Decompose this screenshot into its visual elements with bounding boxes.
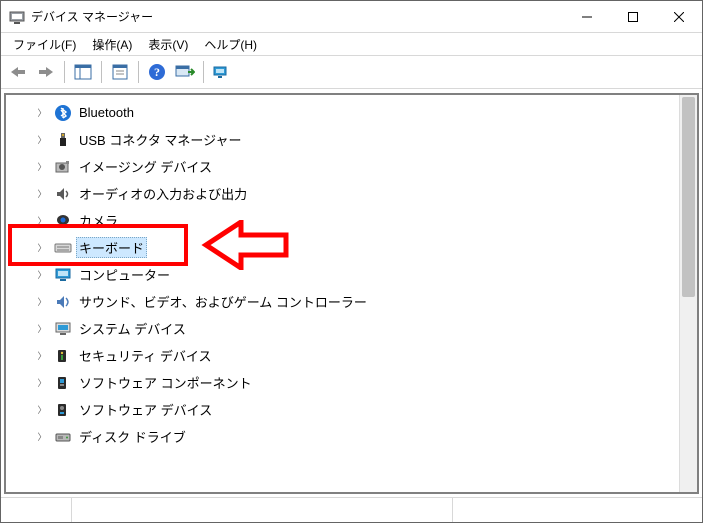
toolbar-separator bbox=[64, 61, 65, 83]
client-area: 〉Bluetooth〉USB コネクタ マネージャー〉イメージング デバイス〉オ… bbox=[1, 89, 702, 497]
tree-item-sound[interactable]: 〉 サウンド、ビデオ、およびゲーム コントローラー bbox=[36, 288, 680, 315]
bluetooth-icon bbox=[54, 104, 72, 122]
menu-help[interactable]: ヘルプ(H) bbox=[196, 34, 265, 55]
app-icon bbox=[9, 9, 25, 25]
status-cell bbox=[72, 498, 453, 522]
tree-item-disk[interactable]: 〉 ディスク ドライブ bbox=[36, 423, 680, 450]
toolbar-devices-button[interactable] bbox=[209, 59, 235, 85]
expand-chevron-icon[interactable]: 〉 bbox=[36, 431, 48, 443]
sound-icon bbox=[54, 293, 72, 311]
audio-icon bbox=[54, 185, 72, 203]
tree-item-camera[interactable]: 〉 カメラ bbox=[36, 207, 680, 234]
tree-item-label: ディスク ドライブ bbox=[76, 426, 189, 447]
toolbar: ? bbox=[1, 56, 702, 89]
expand-chevron-icon[interactable]: 〉 bbox=[36, 323, 48, 335]
menu-action[interactable]: 操作(A) bbox=[84, 34, 140, 55]
expand-chevron-icon[interactable]: 〉 bbox=[36, 161, 48, 173]
computer-icon bbox=[54, 266, 72, 284]
menu-file[interactable]: ファイル(F) bbox=[5, 34, 84, 55]
tree-container: 〉Bluetooth〉USB コネクタ マネージャー〉イメージング デバイス〉オ… bbox=[4, 93, 699, 494]
tree-item-label: コンピューター bbox=[76, 264, 173, 285]
tree-item-label: カメラ bbox=[76, 210, 121, 231]
status-cell bbox=[1, 498, 72, 522]
expand-chevron-icon[interactable]: 〉 bbox=[36, 377, 48, 389]
expand-chevron-icon[interactable]: 〉 bbox=[36, 269, 48, 281]
component-icon bbox=[54, 374, 72, 392]
tree-item-swdev[interactable]: 〉 ソフトウェア デバイス bbox=[36, 396, 680, 423]
tree-item-label: オーディオの入力および出力 bbox=[76, 183, 250, 204]
expand-chevron-icon[interactable]: 〉 bbox=[36, 350, 48, 362]
system-icon bbox=[54, 320, 72, 338]
tree-item-label: キーボード bbox=[76, 237, 147, 258]
window-title: デバイス マネージャー bbox=[31, 8, 564, 25]
tree-item-label: ソフトウェア デバイス bbox=[76, 399, 215, 420]
toolbar-forward-button[interactable] bbox=[33, 59, 59, 85]
toolbar-scan-hardware-button[interactable] bbox=[172, 59, 198, 85]
tree-item-label: Bluetooth bbox=[76, 104, 137, 121]
status-cell bbox=[453, 498, 702, 522]
expand-chevron-icon[interactable]: 〉 bbox=[36, 404, 48, 416]
window-controls bbox=[564, 1, 702, 32]
expand-chevron-icon[interactable]: 〉 bbox=[36, 296, 48, 308]
expand-chevron-icon[interactable]: 〉 bbox=[36, 215, 48, 227]
tree-item-usb[interactable]: 〉 USB コネクタ マネージャー bbox=[36, 126, 680, 153]
toolbar-show-hide-tree-button[interactable] bbox=[70, 59, 96, 85]
toolbar-back-button[interactable] bbox=[5, 59, 31, 85]
menubar: ファイル(F) 操作(A) 表示(V) ヘルプ(H) bbox=[1, 33, 702, 56]
tree-item-component[interactable]: 〉 ソフトウェア コンポーネント bbox=[36, 369, 680, 396]
expand-chevron-icon[interactable]: 〉 bbox=[36, 242, 48, 254]
disk-icon bbox=[54, 428, 72, 446]
expand-chevron-icon[interactable]: 〉 bbox=[36, 188, 48, 200]
tree-item-imaging[interactable]: 〉 イメージング デバイス bbox=[36, 153, 680, 180]
tree-item-label: イメージング デバイス bbox=[76, 156, 215, 177]
tree-item-label: ソフトウェア コンポーネント bbox=[76, 372, 255, 393]
toolbar-separator bbox=[203, 61, 204, 83]
device-manager-window: デバイス マネージャー ファイル(F) 操作(A) 表示(V) ヘルプ(H) bbox=[0, 0, 703, 523]
toolbar-separator bbox=[101, 61, 102, 83]
security-icon bbox=[54, 347, 72, 365]
titlebar: デバイス マネージャー bbox=[1, 1, 702, 33]
svg-text:?: ? bbox=[154, 65, 160, 79]
maximize-button[interactable] bbox=[610, 1, 656, 32]
statusbar bbox=[1, 497, 702, 522]
swdev-icon bbox=[54, 401, 72, 419]
camera-icon bbox=[54, 212, 72, 230]
tree-item-label: サウンド、ビデオ、およびゲーム コントローラー bbox=[76, 291, 370, 312]
minimize-button[interactable] bbox=[564, 1, 610, 32]
tree-item-computer[interactable]: 〉 コンピューター bbox=[36, 261, 680, 288]
tree-item-bluetooth[interactable]: 〉 Bluetooth bbox=[36, 99, 680, 126]
toolbar-separator bbox=[138, 61, 139, 83]
vertical-scrollbar[interactable] bbox=[679, 95, 697, 492]
device-tree[interactable]: 〉Bluetooth〉USB コネクタ マネージャー〉イメージング デバイス〉オ… bbox=[6, 95, 680, 492]
tree-item-label: セキュリティ デバイス bbox=[76, 345, 214, 366]
tree-item-system[interactable]: 〉 システム デバイス bbox=[36, 315, 680, 342]
scrollbar-thumb[interactable] bbox=[682, 97, 695, 297]
expand-chevron-icon[interactable]: 〉 bbox=[36, 134, 48, 146]
tree-item-security[interactable]: 〉 セキュリティ デバイス bbox=[36, 342, 680, 369]
tree-item-audio[interactable]: 〉 オーディオの入力および出力 bbox=[36, 180, 680, 207]
expand-chevron-icon[interactable]: 〉 bbox=[36, 107, 48, 119]
tree-item-keyboard[interactable]: 〉 キーボード bbox=[36, 234, 680, 261]
close-button[interactable] bbox=[656, 1, 702, 32]
menu-view[interactable]: 表示(V) bbox=[140, 34, 196, 55]
toolbar-help-button[interactable]: ? bbox=[144, 59, 170, 85]
keyboard-icon bbox=[54, 239, 72, 257]
tree-item-label: システム デバイス bbox=[76, 318, 189, 339]
usb-icon bbox=[54, 131, 72, 149]
tree-item-label: USB コネクタ マネージャー bbox=[76, 129, 245, 150]
toolbar-properties-button[interactable] bbox=[107, 59, 133, 85]
imaging-icon bbox=[54, 158, 72, 176]
